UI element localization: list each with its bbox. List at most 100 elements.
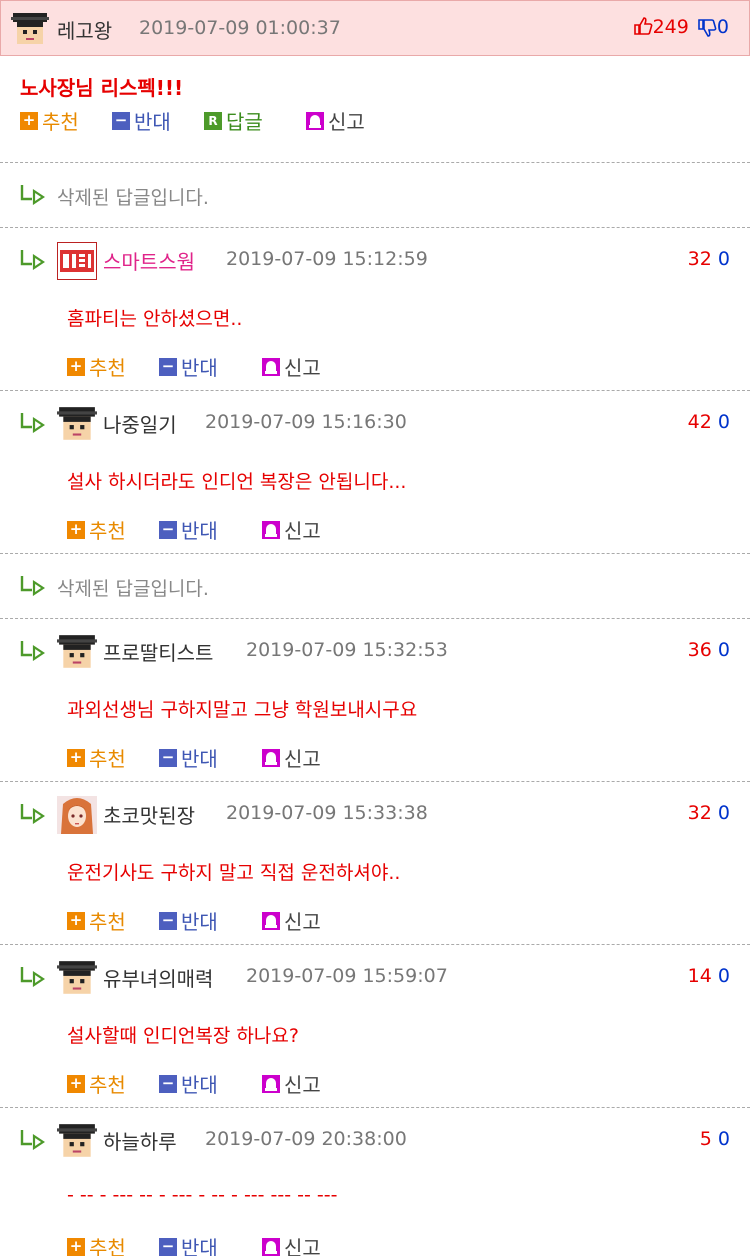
author-name[interactable]: 스마트스웜: [103, 246, 195, 275]
vote-counts: 14 0: [688, 965, 730, 987]
comment-text: 노사장님 리스펙!!!: [20, 76, 184, 100]
timestamp: 2019-07-09 15:12:59: [226, 248, 428, 270]
oppose-button[interactable]: − 반대: [159, 1069, 218, 1098]
oppose-button[interactable]: − 반대: [159, 352, 218, 381]
reply-text: 설사할때 인디언복장 하나요?: [67, 1025, 299, 1047]
avatar[interactable]: [57, 959, 97, 997]
siren-icon: [262, 1237, 280, 1256]
reply-actions: + 추천 − 반대 신고: [0, 1067, 750, 1101]
up-count: 5: [699, 1128, 712, 1150]
down-count: 0: [717, 802, 730, 824]
reply-actions: + 추천 − 반대 신고: [0, 513, 750, 547]
reply-text: 설사 하시더라도 인디언 복장은 안됩니다...: [67, 471, 407, 493]
oppose-label: 반대: [181, 1073, 218, 1097]
siren-icon: [306, 111, 324, 130]
report-button[interactable]: 신고: [262, 906, 321, 935]
report-label: 신고: [284, 747, 321, 771]
down-count: 0: [717, 639, 730, 661]
oppose-button[interactable]: − 반대: [159, 515, 218, 544]
vote-counts: 42 0: [688, 411, 730, 433]
report-button[interactable]: 신고: [262, 743, 321, 772]
author-name[interactable]: 하늘하루: [103, 1126, 177, 1155]
avatar[interactable]: [11, 11, 49, 47]
report-button[interactable]: 신고: [262, 1069, 321, 1098]
author-name[interactable]: 유부녀의매력: [103, 963, 213, 992]
report-label: 신고: [284, 356, 321, 380]
recommend-button[interactable]: + 추천: [20, 106, 79, 135]
comment-body: 노사장님 리스펙!!!: [0, 56, 750, 104]
report-button[interactable]: 신고: [306, 106, 365, 135]
recommend-button[interactable]: + 추천: [67, 906, 126, 935]
minus-icon: −: [159, 748, 177, 767]
minus-icon: −: [159, 911, 177, 930]
thumbs-down-icon: [697, 18, 717, 38]
oppose-label: 반대: [181, 910, 218, 934]
reply-item: 나중일기 2019-07-09 15:16:30 42 0 설사 하시더라도 인…: [0, 391, 750, 553]
report-label: 신고: [284, 1073, 321, 1097]
timestamp: 2019-07-09 15:59:07: [246, 965, 448, 987]
reply-item: 스마트스웜 2019-07-09 15:12:59 32 0 홈파티는 안하셨으…: [0, 228, 750, 390]
report-label: 신고: [284, 910, 321, 934]
plus-icon: +: [67, 748, 85, 767]
reply-button[interactable]: R 답글: [204, 106, 263, 135]
reply-r-icon: R: [204, 111, 222, 130]
avatar[interactable]: [57, 796, 97, 834]
report-button[interactable]: 신고: [262, 515, 321, 544]
oppose-label: 반대: [134, 110, 171, 134]
minus-icon: −: [112, 111, 130, 130]
recommend-button[interactable]: + 추천: [67, 515, 126, 544]
reply-label: 답글: [226, 110, 263, 134]
reply-actions: + 추천 − 반대 신고: [0, 350, 750, 384]
recommend-label: 추천: [89, 1236, 126, 1256]
siren-icon: [262, 911, 280, 930]
deleted-reply: 삭제된 답글입니다.: [0, 554, 750, 618]
reply-actions: + 추천 − 반대 신고: [0, 741, 750, 775]
reply-item: 프로딸티스트 2019-07-09 15:32:53 36 0 과외선생님 구하…: [0, 619, 750, 781]
reply-arrow-icon: [20, 965, 46, 987]
avatar[interactable]: [57, 242, 97, 280]
oppose-label: 반대: [181, 356, 218, 380]
vote-counts: 249 0: [633, 16, 729, 38]
oppose-button[interactable]: − 반대: [159, 743, 218, 772]
minus-icon: −: [159, 520, 177, 539]
avatar[interactable]: [57, 633, 97, 671]
vote-counts: 5 0: [700, 1128, 730, 1150]
oppose-button[interactable]: − 반대: [159, 906, 218, 935]
author-name[interactable]: 나중일기: [103, 409, 177, 438]
recommend-button[interactable]: + 추천: [67, 743, 126, 772]
recommend-button[interactable]: + 추천: [67, 352, 126, 381]
siren-icon: [262, 357, 280, 376]
up-count: 36: [687, 639, 712, 661]
avatar[interactable]: [57, 405, 97, 443]
recommend-button[interactable]: + 추천: [67, 1232, 126, 1256]
recommend-button[interactable]: + 추천: [67, 1069, 126, 1098]
reply-arrow-icon: [20, 1128, 46, 1150]
recommend-label: 추천: [89, 910, 126, 934]
main-comment-header: 레고왕 2019-07-09 01:00:37 249 0: [0, 0, 750, 56]
oppose-button[interactable]: − 반대: [159, 1232, 218, 1256]
report-label: 신고: [284, 1236, 321, 1256]
reply-arrow-icon: [20, 248, 46, 270]
plus-icon: +: [67, 1237, 85, 1256]
reply-item: 유부녀의매력 2019-07-09 15:59:07 14 0 설사할때 인디언…: [0, 945, 750, 1107]
reply-text: - -- - --- -- - --- - -- - --- --- -- --…: [67, 1184, 338, 1206]
avatar[interactable]: [57, 1122, 97, 1160]
report-button[interactable]: 신고: [262, 1232, 321, 1256]
reply-arrow-icon: [20, 574, 46, 596]
reply-arrow-icon: [20, 411, 46, 433]
oppose-button[interactable]: − 반대: [112, 106, 171, 135]
down-count: 0: [717, 965, 730, 987]
down-count: 0: [717, 1128, 730, 1150]
timestamp: 2019-07-09 20:38:00: [205, 1128, 407, 1150]
up-count: 42: [687, 411, 712, 433]
author-name[interactable]: 초코맛된장: [103, 800, 195, 829]
author-name[interactable]: 레고왕: [57, 15, 112, 44]
plus-icon: +: [20, 111, 38, 130]
reply-text: 운전기사도 구하지 말고 직접 운전하셔야..: [67, 862, 401, 884]
report-label: 신고: [328, 110, 365, 134]
report-button[interactable]: 신고: [262, 352, 321, 381]
author-name[interactable]: 프로딸티스트: [103, 637, 213, 666]
vote-counts: 36 0: [688, 639, 730, 661]
down-count: 0: [717, 248, 730, 270]
deleted-text: 삭제된 답글입니다.: [57, 578, 209, 600]
